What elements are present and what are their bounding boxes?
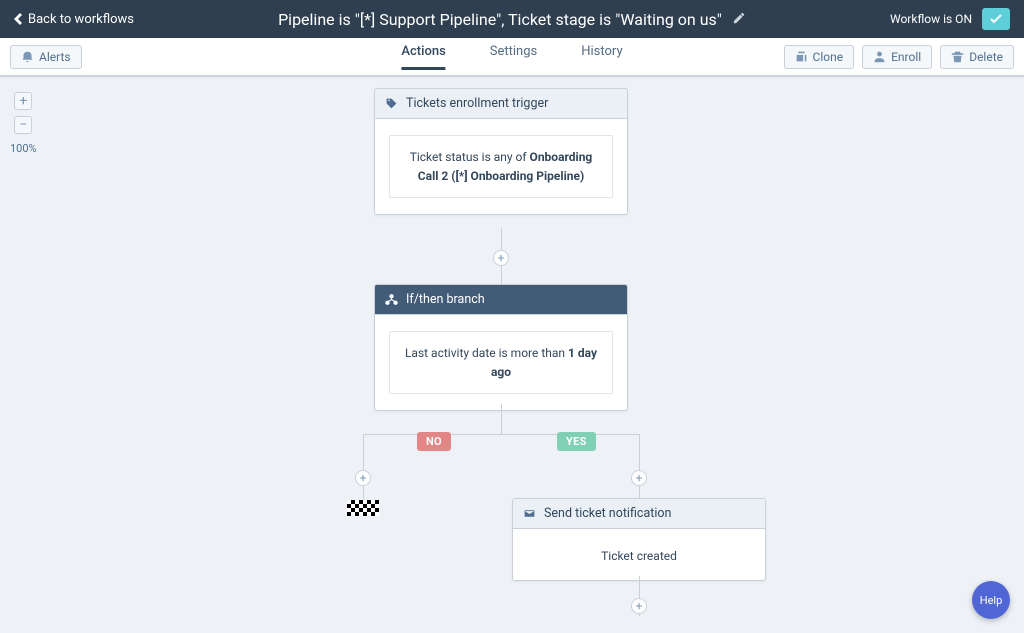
zoom-in-button[interactable]: +: [14, 92, 32, 110]
connector-line: [501, 404, 502, 434]
add-action-button[interactable]: +: [493, 250, 509, 266]
branch-label-no: NO: [417, 432, 451, 451]
workflow-title: Pipeline is "[*] Support Pipeline", Tick…: [278, 10, 722, 29]
branch-icon: [385, 293, 398, 306]
action-buttons: Clone Enroll Delete: [784, 45, 1014, 69]
tag-icon: [385, 97, 398, 110]
enroll-button[interactable]: Enroll: [862, 45, 932, 69]
help-button[interactable]: Help: [972, 581, 1010, 619]
add-action-yes-button[interactable]: +: [631, 470, 647, 486]
zoom-controls: + − 100%: [10, 92, 37, 155]
workflow-canvas[interactable]: + − 100% Tickets enrollment trigger Tick…: [0, 78, 1024, 633]
connector-line: [639, 434, 640, 498]
workflow-title-wrap: Pipeline is "[*] Support Pipeline", Tick…: [278, 10, 746, 29]
alert-icon: [21, 50, 34, 63]
secondary-bar: Alerts Actions Settings History Clone En…: [0, 38, 1024, 76]
add-action-after-notify-button[interactable]: +: [631, 598, 647, 614]
alerts-label: Alerts: [39, 50, 71, 64]
back-label: Back to workflows: [28, 12, 134, 27]
notification-body: Ticket created: [601, 549, 677, 563]
trigger-header-label: Tickets enrollment trigger: [406, 96, 548, 111]
finish-icon: [347, 500, 379, 516]
alerts-button[interactable]: Alerts: [10, 45, 82, 69]
workflow-status-label: Workflow is ON: [890, 12, 972, 26]
workflow-toggle[interactable]: [982, 8, 1010, 30]
delete-label: Delete: [969, 50, 1003, 64]
branch-card[interactable]: If/then branch Last activity date is mor…: [374, 284, 628, 411]
enroll-label: Enroll: [891, 50, 921, 64]
branch-criteria: Last activity date is more than 1 day ag…: [389, 331, 613, 394]
delete-button[interactable]: Delete: [940, 45, 1014, 69]
trigger-criteria: Ticket status is any of Onboarding Call …: [389, 135, 613, 198]
trash-icon: [951, 50, 964, 63]
connector-line: [363, 434, 639, 435]
trigger-card-header: Tickets enrollment trigger: [375, 89, 627, 119]
workflow-status-area: Workflow is ON: [890, 8, 1010, 30]
branch-card-header: If/then branch: [375, 285, 627, 315]
connector-line: [363, 486, 364, 500]
zoom-out-button[interactable]: −: [14, 116, 32, 134]
trigger-card[interactable]: Tickets enrollment trigger Ticket status…: [374, 88, 628, 215]
zoom-level: 100%: [10, 142, 37, 155]
topbar: Back to workflows Pipeline is "[*] Suppo…: [0, 0, 1024, 38]
mail-icon: [523, 507, 536, 520]
clone-icon: [795, 50, 808, 63]
tabs: Actions Settings History: [401, 44, 622, 70]
enroll-icon: [873, 50, 886, 63]
notification-header-label: Send ticket notification: [544, 506, 671, 521]
clone-label: Clone: [813, 50, 844, 64]
tab-history[interactable]: History: [581, 44, 622, 70]
add-action-no-button[interactable]: +: [355, 470, 371, 486]
notification-card[interactable]: Send ticket notification Ticket created: [512, 498, 766, 581]
branch-label-yes: YES: [557, 432, 596, 451]
clone-button[interactable]: Clone: [784, 45, 855, 69]
tab-actions[interactable]: Actions: [401, 44, 445, 70]
branch-header-label: If/then branch: [406, 292, 485, 307]
back-to-workflows-link[interactable]: Back to workflows: [14, 12, 134, 27]
notification-card-header: Send ticket notification: [513, 499, 765, 529]
pencil-icon[interactable]: [732, 10, 746, 29]
tab-settings[interactable]: Settings: [490, 44, 537, 70]
